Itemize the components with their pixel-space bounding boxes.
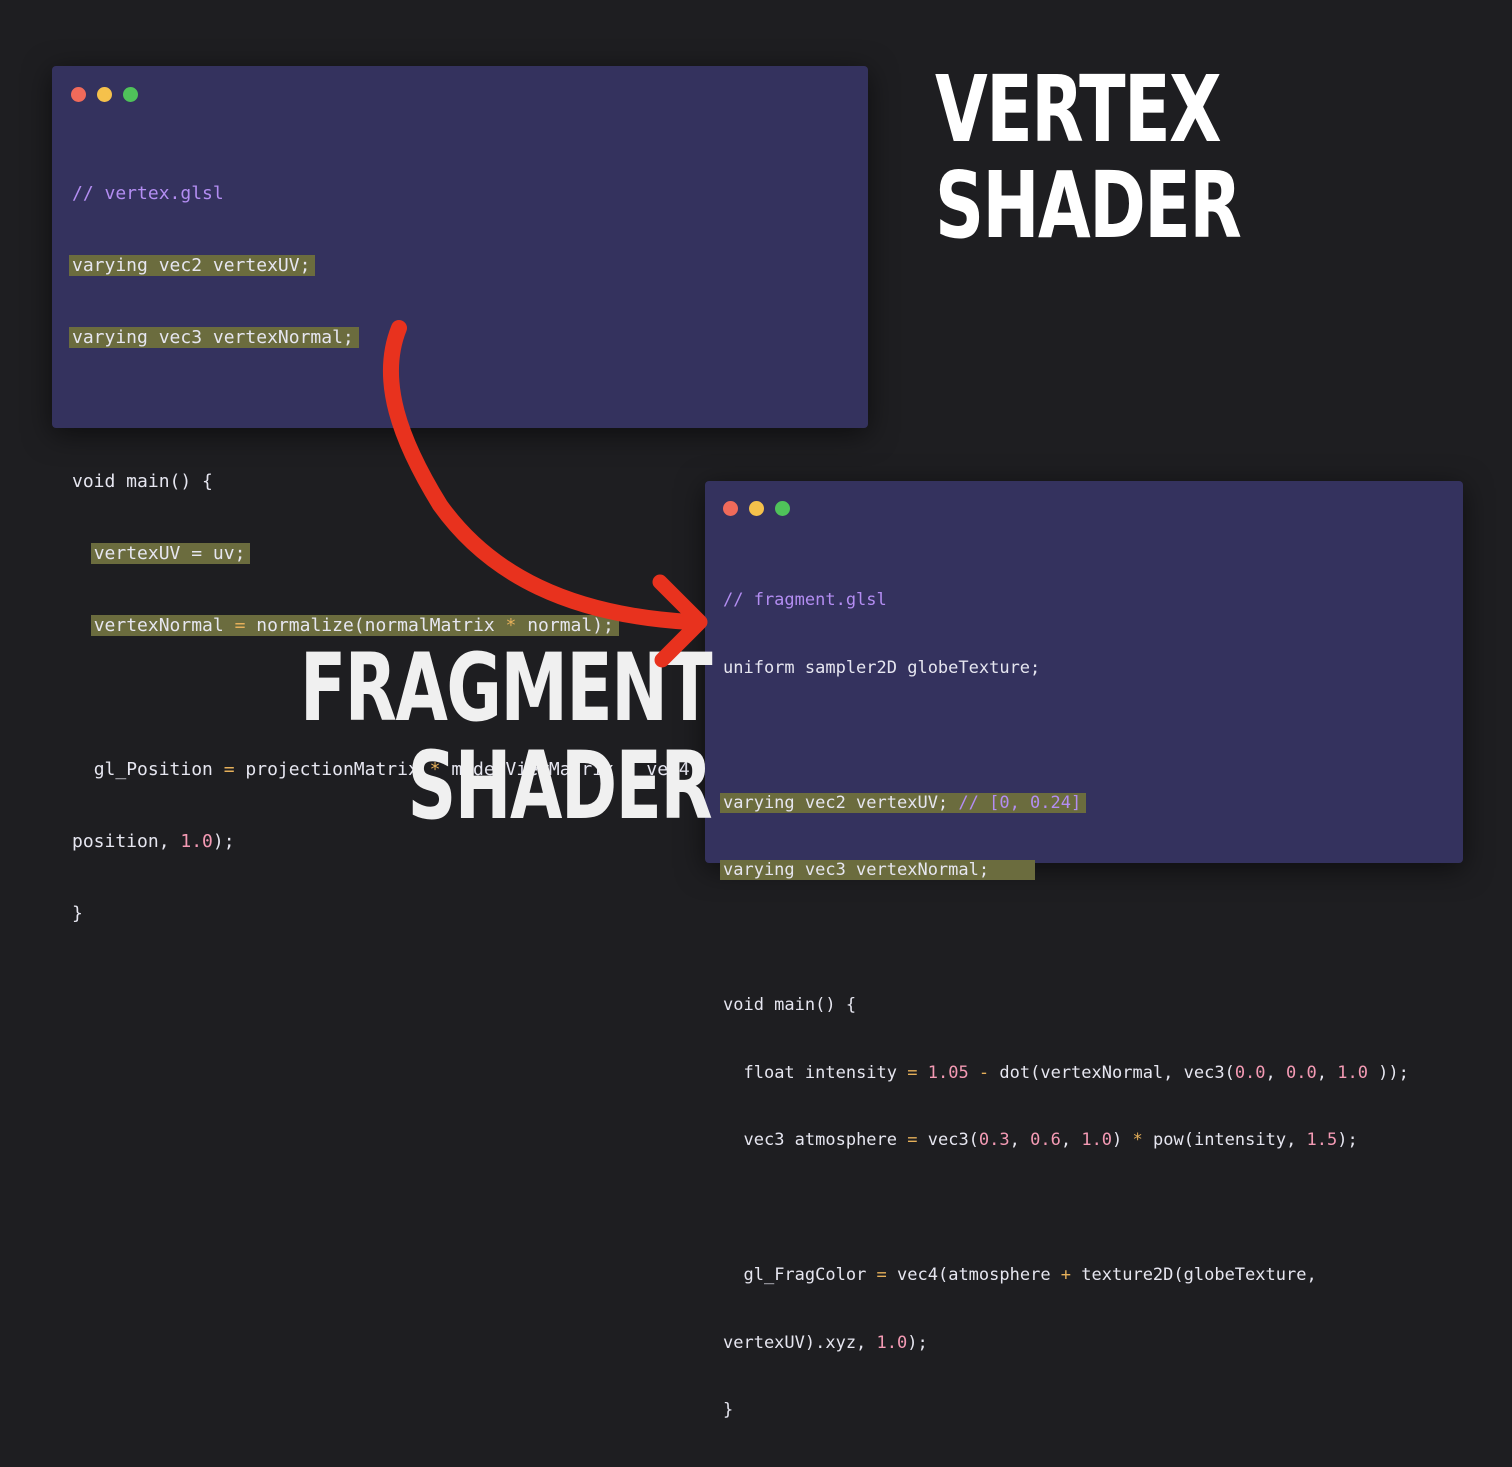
code-line-highlighted: varying vec3 vertexNormal; xyxy=(720,860,1036,880)
code-token: vec4(atmosphere xyxy=(897,1265,1061,1285)
close-dot[interactable] xyxy=(723,501,738,516)
code-number: 0.6 xyxy=(1030,1130,1061,1150)
code-line-highlighted: varying vec2 vertexUV; // [0, 0.24] xyxy=(720,792,1087,813)
code-token: ) xyxy=(1112,1130,1133,1150)
title-line: SHADER xyxy=(935,152,1242,259)
code-line: void main() { xyxy=(723,995,857,1015)
code-operator: = xyxy=(234,615,257,636)
code-token: } xyxy=(72,903,83,924)
code-number: 1.5 xyxy=(1306,1130,1338,1150)
code-number: 1.0 xyxy=(1337,1062,1368,1083)
code-line: uniform sampler2D globeTexture; xyxy=(723,657,1041,678)
code-number: 1.0 xyxy=(1081,1130,1113,1150)
code-token: ); xyxy=(212,831,235,852)
minimize-dot[interactable] xyxy=(749,501,764,516)
code-token: gl_FragColor xyxy=(743,1265,877,1285)
title-line: SHADER xyxy=(407,732,712,841)
code-token: varying vec2 vertexUV; xyxy=(723,792,959,813)
code-comment: // fragment.glsl xyxy=(723,590,887,610)
fragment-shader-title: FRAGMENT SHADER xyxy=(300,634,713,841)
code-token: vertexNormal xyxy=(93,615,235,636)
fragment-code-window: // fragment.glsl uniform sampler2D globe… xyxy=(705,481,1463,1420)
code-comment: // vertex.glsl xyxy=(72,183,224,204)
code-operator: = xyxy=(907,1130,928,1150)
code-number: 0.0 xyxy=(1286,1062,1317,1083)
code-token: gl_Position xyxy=(93,759,224,780)
code-number: 1.0 xyxy=(180,831,213,852)
code-line-highlighted: varying vec2 vertexUV; xyxy=(69,255,316,276)
code-operator: + xyxy=(1060,1265,1082,1285)
vertex-shader-title: VERTEX SHADER xyxy=(935,56,1242,259)
title-line: VERTEX xyxy=(935,56,1222,163)
vertex-code-window: // vertex.glsl varying vec2 vertexUV; va… xyxy=(52,66,868,924)
code-operator: = xyxy=(223,759,246,780)
code-line: void main() { xyxy=(72,471,213,492)
code-token: pow(intensity, xyxy=(1153,1130,1307,1150)
code-token: normalize(normalMatrix xyxy=(256,615,506,636)
code-token: ); xyxy=(907,1332,928,1353)
code-token: texture2D(globeTexture, xyxy=(1081,1265,1317,1285)
window-controls xyxy=(71,87,138,102)
code-token: ); xyxy=(1337,1130,1358,1150)
code-token: float intensity xyxy=(743,1062,908,1083)
code-number: 0.0 xyxy=(1234,1062,1266,1083)
code-line-highlighted: vertexUV = uv; xyxy=(90,543,251,564)
code-token: dot(vertexNormal, vec3( xyxy=(999,1062,1235,1083)
code-operator: - xyxy=(968,1062,1000,1083)
code-line-highlighted: vertexNormal = normalize(normalMatrix * … xyxy=(90,615,619,636)
code-operator: * xyxy=(505,615,528,636)
code-operator: = xyxy=(876,1265,898,1285)
vertex-code-block: // vertex.glsl varying vec2 vertexUV; va… xyxy=(69,134,701,974)
title-line: FRAGMENT xyxy=(300,634,713,743)
code-number: 0.3 xyxy=(978,1130,1010,1150)
code-token: vec3 atmosphere xyxy=(743,1130,908,1150)
code-operator: * xyxy=(1132,1130,1154,1150)
code-token: vertexUV = uv; xyxy=(93,543,246,564)
code-operator: = xyxy=(907,1062,928,1083)
code-token: normal); xyxy=(527,615,614,636)
code-token: position, xyxy=(72,831,181,852)
code-token: )); xyxy=(1367,1062,1409,1083)
window-controls xyxy=(723,501,790,516)
code-line-highlighted: varying vec3 vertexNormal; xyxy=(69,327,359,348)
code-token: vec3( xyxy=(927,1130,979,1150)
minimize-dot[interactable] xyxy=(97,87,112,102)
code-token: } xyxy=(723,1400,734,1420)
code-token: vertexUV).xyz, xyxy=(723,1332,877,1353)
maximize-dot[interactable] xyxy=(123,87,138,102)
code-comment: // [0, 0.24] xyxy=(958,792,1082,813)
close-dot[interactable] xyxy=(71,87,86,102)
fragment-code-block: // fragment.glsl uniform sampler2D globe… xyxy=(720,544,1409,1467)
maximize-dot[interactable] xyxy=(775,501,790,516)
code-number: 1.05 xyxy=(927,1062,969,1083)
code-number: 1.0 xyxy=(876,1332,908,1353)
code-token: varying vec3 vertexNormal; xyxy=(723,860,990,880)
